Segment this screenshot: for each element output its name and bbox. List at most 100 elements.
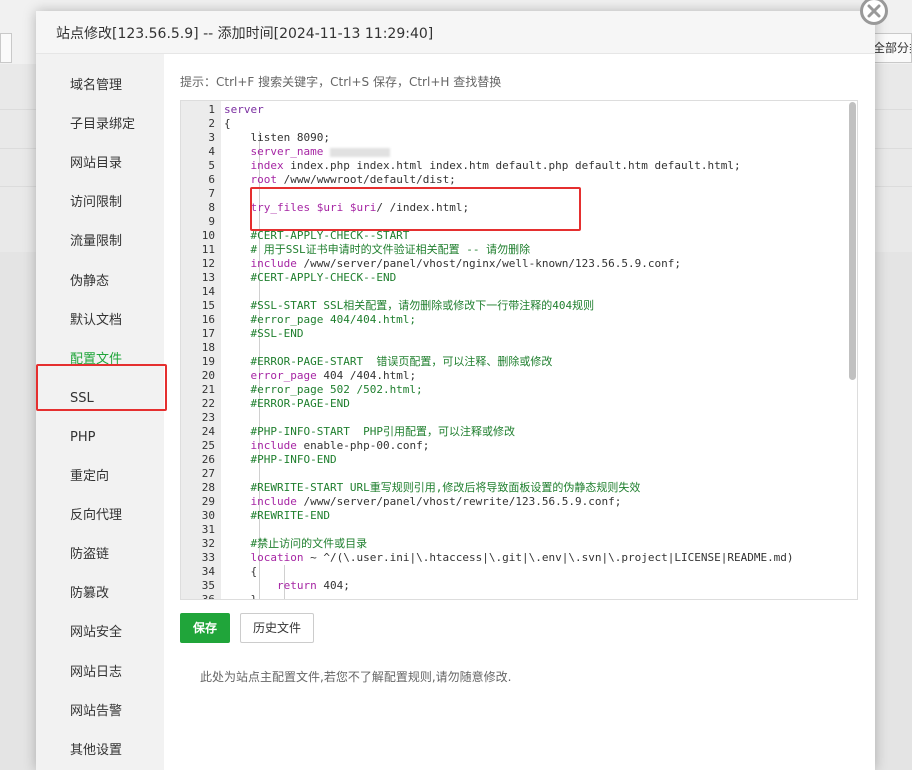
- sidebar-item[interactable]: 防盗链: [36, 535, 164, 574]
- code-text: #SSL-START SSL相关配置，请勿删除或修改下一行带注释的404规则: [224, 299, 594, 313]
- code-line[interactable]: 6 root /www/wwwroot/default/dist;: [181, 173, 849, 187]
- code-line[interactable]: 14: [181, 285, 849, 299]
- line-number: 16: [201, 313, 215, 326]
- code-line[interactable]: 11 # 用于SSL证书申请时的文件验证相关配置 -- 请勿删除: [181, 243, 849, 257]
- code-line[interactable]: 18: [181, 341, 849, 355]
- code-text: error_page 404 /404.html;: [224, 369, 417, 383]
- code-line[interactable]: 19 #ERROR-PAGE-START 错误页配置，可以注释、删除或修改: [181, 355, 849, 369]
- sidebar-item[interactable]: 防篡改: [36, 574, 164, 613]
- code-line[interactable]: 23: [181, 411, 849, 425]
- sidebar-item[interactable]: 流量限制: [36, 222, 164, 261]
- background-category-button: 全部分类: [872, 33, 912, 63]
- sidebar-item[interactable]: 网站日志: [36, 653, 164, 692]
- code-line[interactable]: 26 #PHP-INFO-END: [181, 453, 849, 467]
- editor-scrollbar[interactable]: [849, 102, 856, 380]
- dialog-header: 站点修改[123.56.5.9] -- 添加时间[2024-11-13 11:2…: [36, 11, 875, 54]
- code-token: listen 8090;: [224, 131, 330, 144]
- code-text: #PHP-INFO-START PHP引用配置，可以注释或修改: [224, 425, 515, 439]
- line-number: 11: [201, 243, 215, 256]
- code-token: include: [250, 257, 297, 270]
- code-line[interactable]: 25 include enable-php-00.conf;: [181, 439, 849, 453]
- sidebar-item[interactable]: 网站安全: [36, 613, 164, 652]
- sidebar-item[interactable]: 子目录绑定: [36, 105, 164, 144]
- code-text: listen 8090;: [224, 131, 330, 145]
- code-line[interactable]: 30 #REWRITE-END: [181, 509, 849, 523]
- sidebar-item[interactable]: 重定向: [36, 457, 164, 496]
- config-code-editor[interactable]: 1 server 2{3 listen 8090; 4 server_name 5 i…: [180, 100, 858, 600]
- line-number: 34: [201, 565, 215, 578]
- site-edit-dialog: 站点修改[123.56.5.9] -- 添加时间[2024-11-13 11:2…: [36, 11, 875, 770]
- highlight-box-try-files: [250, 187, 581, 231]
- code-line[interactable]: 16 #error_page 404/404.html;: [181, 313, 849, 327]
- code-text: root /www/wwwroot/default/dist;: [224, 173, 456, 187]
- code-line[interactable]: 33 location ~ ^/(\.user.ini|\.htaccess|\…: [181, 551, 849, 565]
- code-line[interactable]: 20 error_page 404 /404.html;: [181, 369, 849, 383]
- code-line[interactable]: 34 {: [181, 565, 849, 579]
- code-text: #禁止访问的文件或目录: [224, 537, 367, 551]
- line-number: 35: [201, 579, 215, 592]
- sidebar-item[interactable]: 反向代理: [36, 496, 164, 535]
- code-token: }: [224, 593, 258, 600]
- code-line[interactable]: 31: [181, 523, 849, 537]
- code-token: #PHP-INFO-START PHP引用配置，可以注释或修改: [224, 425, 515, 438]
- sidebar-item[interactable]: 其他设置: [36, 731, 164, 770]
- line-number: 2: [208, 117, 215, 130]
- code-line[interactable]: 4 server_name: [181, 145, 849, 159]
- code-token: error_page: [250, 369, 317, 382]
- code-lines[interactable]: 1 server 2{3 listen 8090; 4 server_name 5 i…: [181, 103, 849, 600]
- background-category-label: 全部分类: [873, 41, 911, 55]
- code-token: # 用于SSL证书申请时的文件验证相关配置 -- 请勿删除: [224, 243, 531, 256]
- sidebar-item[interactable]: 网站告警: [36, 692, 164, 731]
- history-files-button[interactable]: 历史文件: [240, 613, 314, 643]
- code-text: {: [224, 565, 257, 579]
- code-line[interactable]: 15 #SSL-START SSL相关配置，请勿删除或修改下一行带注释的404规…: [181, 299, 849, 313]
- sidebar-item[interactable]: 默认文档: [36, 301, 164, 340]
- line-number: 23: [201, 411, 215, 424]
- line-number: 4: [208, 145, 215, 158]
- code-line[interactable]: 32 #禁止访问的文件或目录: [181, 537, 849, 551]
- sidebar-item[interactable]: 伪静态: [36, 262, 164, 301]
- code-line[interactable]: 2{: [181, 117, 849, 131]
- code-token: include: [250, 495, 297, 508]
- code-line[interactable]: 22 #ERROR-PAGE-END: [181, 397, 849, 411]
- line-number: 30: [201, 509, 215, 522]
- save-button[interactable]: 保存: [180, 613, 230, 643]
- code-line[interactable]: 27: [181, 467, 849, 481]
- code-line[interactable]: 28 #REWRITE-START URL重写规则引用,修改后将导致面板设置的伪…: [181, 481, 849, 495]
- code-line[interactable]: 17 #SSL-END: [181, 327, 849, 341]
- code-line[interactable]: 5 index index.php index.html index.htm d…: [181, 159, 849, 173]
- line-number: 14: [201, 285, 215, 298]
- background-button-left: [0, 33, 12, 63]
- line-number: 28: [201, 481, 215, 494]
- code-text: return 404;: [224, 579, 350, 593]
- code-line[interactable]: 10 #CERT-APPLY-CHECK--START: [181, 229, 849, 243]
- line-number: 29: [201, 495, 215, 508]
- code-line[interactable]: 12 include /www/server/panel/vhost/nginx…: [181, 257, 849, 271]
- code-token: index.php index.html index.htm default.p…: [283, 159, 741, 172]
- code-token: #SSL-END: [224, 327, 304, 340]
- code-line[interactable]: 35 return 404;: [181, 579, 849, 593]
- code-token: #error_page 502 /502.html;: [224, 383, 423, 396]
- code-token: /www/server/panel/vhost/nginx/well-known…: [296, 257, 681, 270]
- code-line[interactable]: 36 }: [181, 593, 849, 600]
- code-line[interactable]: 1 server: [181, 103, 849, 117]
- code-token: {: [224, 565, 258, 578]
- sidebar-item[interactable]: 网站目录: [36, 144, 164, 183]
- sidebar-item[interactable]: 域名管理: [36, 66, 164, 105]
- sidebar-item[interactable]: 访问限制: [36, 183, 164, 222]
- line-number: 36: [201, 593, 215, 600]
- code-line[interactable]: 24 #PHP-INFO-START PHP引用配置，可以注释或修改: [181, 425, 849, 439]
- code-text: #ERROR-PAGE-END: [224, 397, 349, 411]
- code-line[interactable]: 29 include /www/server/panel/vhost/rewri…: [181, 495, 849, 509]
- code-line[interactable]: 21 #error_page 502 /502.html;: [181, 383, 849, 397]
- line-number: 12: [201, 257, 215, 270]
- dialog-sidebar: 域名管理 子目录绑定 网站目录 访问限制 流量限制 伪静态 默认文档 配置文件 SSL PHP 重定…: [36, 54, 167, 770]
- code-line[interactable]: 3 listen 8090;: [181, 131, 849, 145]
- line-number: 20: [201, 369, 215, 382]
- code-line[interactable]: 13 #CERT-APPLY-CHECK--END: [181, 271, 849, 285]
- sidebar-item[interactable]: PHP: [36, 418, 164, 457]
- line-number: 7: [208, 187, 215, 200]
